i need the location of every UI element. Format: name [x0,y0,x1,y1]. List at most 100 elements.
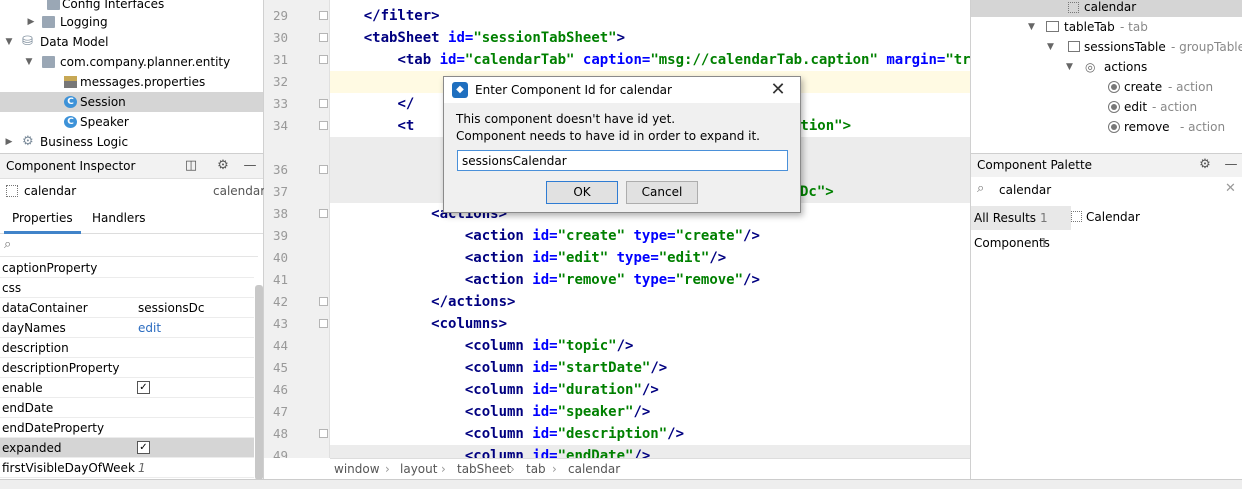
chevron-down-icon[interactable]: ▼ [1066,57,1073,77]
ok-button[interactable]: OK [546,181,618,204]
property-row[interactable]: captionProperty [0,258,254,278]
chevron-right-icon[interactable]: ▶ [4,132,14,152]
palette-search-input[interactable]: calendar [999,183,1051,197]
tab-handlers[interactable]: Handlers [84,206,154,234]
fold-marker-icon[interactable] [319,429,328,438]
minimize-icon[interactable]: — [242,158,258,174]
property-row[interactable]: dayNames edit [0,318,254,338]
code-line[interactable]: <action id="create" type="create"/> [330,225,970,247]
package-icon [42,56,55,68]
property-row[interactable]: endDateProperty [0,418,254,438]
tree-item-entity-package[interactable]: ▼ com.company.planner.entity [0,52,263,72]
selected-component-row: calendar calendar [0,180,265,204]
tree-item-speaker[interactable]: C Speaker [0,112,263,132]
line-number: 31 [272,52,288,67]
code-line[interactable]: <column id="description"/> [330,423,970,445]
property-search[interactable]: ⌕ [0,235,258,257]
code-line[interactable]: <column id="speaker"/> [330,401,970,423]
fold-marker-icon[interactable] [319,209,328,218]
folder-icon [47,0,60,10]
all-results-category[interactable]: All Results 1 [971,206,1071,230]
chevron-right-icon[interactable]: ▶ [26,12,36,32]
edit-link[interactable]: edit [138,318,161,338]
gear-icon[interactable]: ⚙ [215,158,231,174]
breadcrumb-item[interactable]: tab [526,459,546,479]
code-line[interactable]: </actions> [330,291,970,313]
property-row[interactable]: dataContainer sessionsDc [0,298,254,318]
fold-marker-icon[interactable] [319,33,328,42]
breadcrumb-separator-icon: › [441,462,446,476]
fold-marker-icon[interactable] [319,297,328,306]
property-row[interactable]: description [0,338,254,358]
code-line[interactable]: <column id="duration"/> [330,379,970,401]
close-icon[interactable]: ✕ [766,79,790,101]
fold-marker-icon[interactable] [319,319,328,328]
scrollbar-thumb[interactable] [255,285,263,480]
palette-search[interactable]: ⌕ calendar ✕ [971,179,1242,203]
line-number: 34 [272,118,288,133]
table-icon [1068,41,1080,52]
grid-icon [1071,211,1082,222]
line-number: 43 [272,316,288,331]
structure-item-calendar[interactable]: calendar [971,0,1242,17]
breadcrumb-item[interactable]: tabSheet [457,459,511,479]
property-row[interactable]: css [0,278,254,298]
line-number: 44 [272,338,288,353]
minimize-icon[interactable]: — [1223,157,1239,173]
tree-item-data-model[interactable]: ▼ ⛁ Data Model [0,32,263,52]
chevron-down-icon[interactable]: ▼ [4,32,14,52]
property-row[interactable]: descriptionProperty [0,358,254,378]
tree-item-session[interactable]: C Session [0,92,263,112]
code-line[interactable]: <column id="endDate"/> [330,445,970,458]
property-row[interactable]: enable ✓ [0,378,254,398]
code-line[interactable]: <action id="remove" type="remove"/> [330,269,970,291]
fold-marker-icon[interactable] [319,55,328,64]
class-icon: C [64,96,77,108]
code-line[interactable]: <column id="startDate"/> [330,357,970,379]
code-line[interactable]: <columns> [330,313,970,335]
tab-properties[interactable]: Properties [4,206,81,234]
chevron-down-icon[interactable]: ▼ [24,52,34,72]
breadcrumb-item[interactable]: calendar [568,459,620,479]
property-row[interactable]: expanded ✓ [0,438,254,458]
panel-title: Component Inspector [6,159,136,173]
expanded-checkbox[interactable]: ✓ [137,441,150,454]
enable-checkbox[interactable]: ✓ [137,381,150,394]
code-line[interactable]: <tab id="calendarTab" caption="msg://cal… [330,49,970,71]
breadcrumb-item[interactable]: window [334,459,380,479]
line-number: 30 [272,30,288,45]
search-icon: ⌕ [977,181,985,196]
fold-marker-icon[interactable] [319,99,328,108]
chevron-down-icon[interactable]: ▼ [1047,37,1054,57]
tab-icon [1046,21,1059,32]
panel-title: Component Palette [977,158,1093,172]
dialog-title: Enter Component Id for calendar [475,83,672,97]
app-logo-icon: ◆ [452,82,468,98]
breadcrumb-item[interactable]: layout [400,459,437,479]
line-number: 40 [272,250,288,265]
code-line[interactable]: <tabSheet id="sessionTabSheet"> [330,27,970,49]
fold-marker-icon[interactable] [319,11,328,20]
property-row[interactable]: endDate [0,398,254,418]
tree-item-business-logic[interactable]: ▶ ⚙ Business Logic [0,132,263,152]
gear-icon[interactable]: ⚙ [1197,157,1213,173]
code-line[interactable]: </filter> [330,5,970,27]
fold-marker-icon[interactable] [319,121,328,130]
chevron-down-icon[interactable]: ▼ [1028,17,1035,37]
line-number: 33 [272,96,288,111]
clear-icon[interactable]: ✕ [1225,181,1236,196]
code-line[interactable]: <column id="topic"/> [330,335,970,357]
enter-component-id-dialog: ◆ Enter Component Id for calendar ✕ This… [443,76,801,213]
breadcrumb-separator-icon: › [552,462,557,476]
fold-marker-icon[interactable] [319,165,328,174]
line-number: 37 [272,184,288,199]
dialog-message-line1: This component doesn't have id yet. [456,112,676,126]
folder-icon [42,16,55,28]
code-line[interactable]: <action id="edit" type="edit"/> [330,247,970,269]
property-row[interactable]: firstVisibleDayOfWeek 1 [0,458,254,478]
tree-item-logging[interactable]: ▶ Logging [0,12,263,32]
tree-item-messages-properties[interactable]: messages.properties [0,72,263,92]
component-id-input[interactable] [457,150,788,171]
cancel-button[interactable]: Cancel [626,181,698,204]
layout-icon[interactable]: ◫ [183,158,199,174]
